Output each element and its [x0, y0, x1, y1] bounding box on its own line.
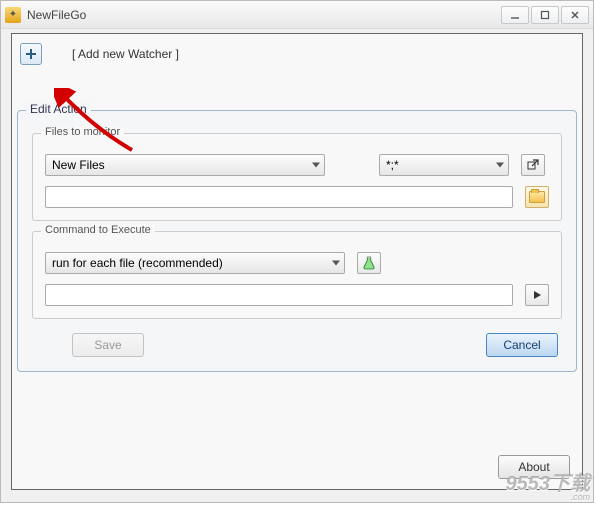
window-buttons — [501, 6, 589, 24]
test-command-button[interactable] — [357, 252, 381, 274]
minimize-button[interactable] — [501, 6, 529, 24]
cancel-button[interactable]: Cancel — [486, 333, 558, 357]
dialog-button-row: Save Cancel — [18, 329, 576, 357]
top-row: [ Add new Watcher ] — [12, 34, 582, 74]
monitor-path-input[interactable] — [45, 186, 513, 208]
command-legend: Command to Execute — [41, 224, 155, 236]
save-button: Save — [72, 333, 144, 357]
chevron-down-icon — [332, 261, 340, 266]
window-title: NewFileGo — [27, 8, 501, 22]
maximize-button[interactable] — [531, 6, 559, 24]
files-fieldset: Files to monitor New Files *;* — [32, 133, 562, 221]
files-legend: Files to monitor — [41, 126, 124, 138]
edit-action-dialog: Edit Action Files to monitor New Files *… — [17, 110, 577, 372]
play-icon — [532, 290, 542, 300]
titlebar: ✦ NewFileGo — [1, 1, 593, 29]
add-watcher-button[interactable] — [20, 43, 42, 65]
open-external-button[interactable] — [521, 154, 545, 176]
command-input[interactable] — [45, 284, 513, 306]
browse-folder-button[interactable] — [525, 186, 549, 208]
about-button[interactable]: About — [498, 455, 570, 479]
run-mode-value: run for each file (recommended) — [52, 256, 223, 270]
main-window: ✦ NewFileGo [ Add new Watcher ] — [0, 0, 594, 503]
file-pattern-select[interactable]: *;* — [379, 154, 509, 176]
chevron-down-icon — [312, 163, 320, 168]
close-button[interactable] — [561, 6, 589, 24]
flask-icon — [363, 256, 375, 270]
client-area: [ Add new Watcher ] Edit Action Files to… — [11, 33, 583, 490]
dialog-title: Edit Action — [26, 102, 91, 116]
file-type-value: New Files — [52, 158, 105, 172]
add-watcher-label: [ Add new Watcher ] — [72, 47, 179, 61]
file-pattern-value: *;* — [386, 158, 399, 172]
folder-icon — [529, 191, 545, 203]
app-icon: ✦ — [5, 7, 21, 23]
command-fieldset: Command to Execute run for each file (re… — [32, 231, 562, 319]
run-mode-select[interactable]: run for each file (recommended) — [45, 252, 345, 274]
chevron-down-icon — [496, 163, 504, 168]
file-type-select[interactable]: New Files — [45, 154, 325, 176]
run-command-button[interactable] — [525, 284, 549, 306]
